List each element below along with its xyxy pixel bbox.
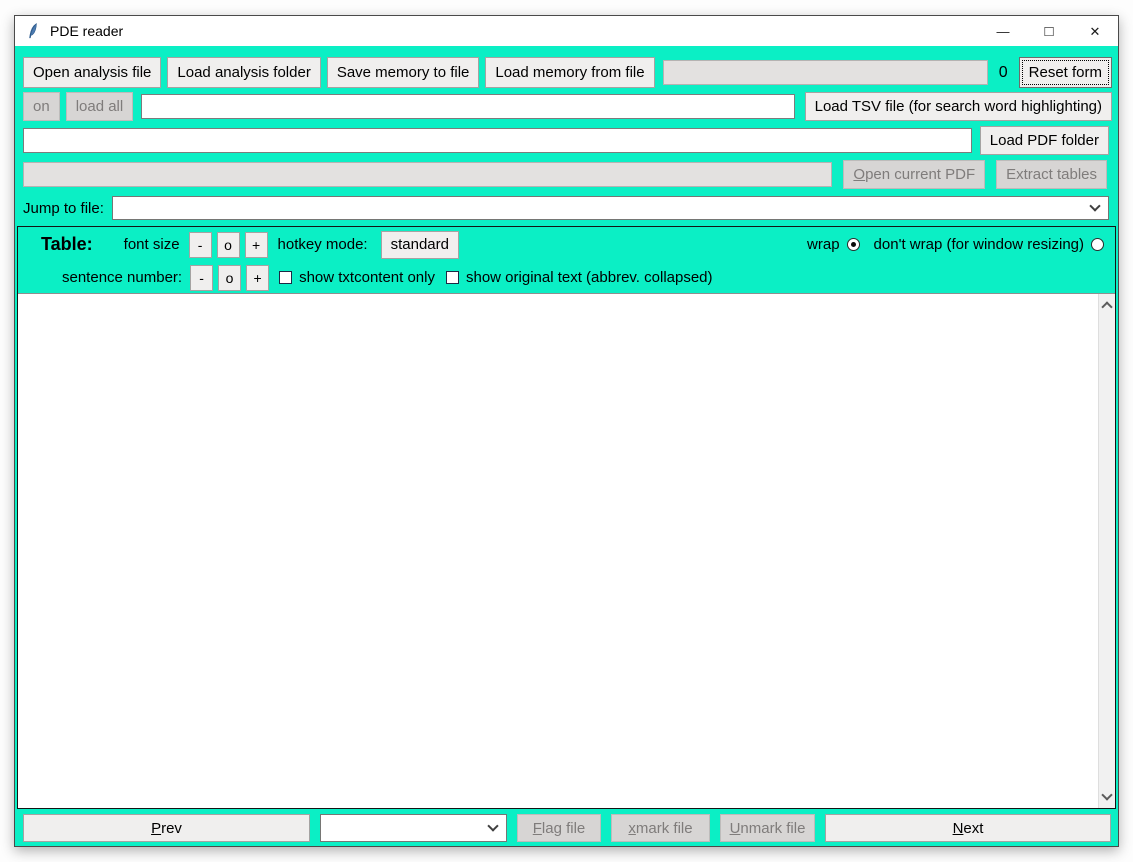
show-txtcontent-label: show txtcontent only	[299, 269, 435, 286]
tsv-file-entry[interactable]	[141, 94, 794, 119]
scroll-down-icon[interactable]	[1101, 789, 1112, 800]
font-size-decrease-button[interactable]: -	[189, 232, 212, 258]
load-all-button[interactable]: load all	[66, 92, 134, 121]
sentence-number-increase-button[interactable]: +	[246, 265, 269, 291]
prev-button[interactable]: Prev	[23, 814, 310, 842]
table-controls-row-2: sentence number: - o + show txtcontent o…	[18, 262, 1115, 293]
close-button[interactable]: ✕	[1072, 16, 1118, 46]
checkbox-unchecked-icon	[279, 271, 292, 284]
sentence-number-decrease-button[interactable]: -	[190, 265, 213, 291]
toolbar-row-4: Open current PDF Extract tables	[23, 160, 1107, 189]
button-mnemonic: F	[533, 820, 542, 837]
button-label: lag file	[542, 820, 585, 837]
wrap-radio[interactable]: wrap	[807, 236, 860, 253]
current-pdf-entry[interactable]	[23, 162, 832, 187]
show-txtcontent-checkbox[interactable]: show txtcontent only	[279, 269, 435, 286]
next-button[interactable]: Next	[825, 814, 1111, 842]
dont-wrap-radio[interactable]: don't wrap (for window resizing)	[874, 236, 1104, 253]
chevron-down-icon[interactable]	[1091, 206, 1108, 210]
pdf-folder-entry[interactable]	[23, 128, 972, 153]
open-current-pdf-button[interactable]: Open current PDF	[843, 160, 985, 189]
app-window: PDE reader — □ ✕ Open analysis file Load…	[14, 15, 1119, 847]
scroll-up-icon[interactable]	[1101, 301, 1112, 312]
toolbar-row-3: Load PDF folder	[23, 126, 1109, 155]
table-text-area[interactable]	[18, 294, 1098, 808]
window-title: PDE reader	[50, 23, 123, 39]
button-mnemonic: P	[151, 820, 161, 837]
load-pdf-folder-button[interactable]: Load PDF folder	[980, 126, 1109, 155]
button-label: rev	[161, 820, 182, 837]
load-tsv-file-button[interactable]: Load TSV file (for search word highlight…	[805, 92, 1112, 121]
maximize-button[interactable]: □	[1026, 16, 1072, 46]
file-mark-combobox[interactable]	[320, 814, 507, 842]
vertical-scrollbar[interactable]	[1098, 294, 1115, 808]
table-section-header: Table:	[41, 234, 93, 255]
radio-selected-icon	[847, 238, 860, 251]
hotkey-mode-button[interactable]: standard	[381, 231, 459, 259]
toolbar-row-2: on load all Load TSV file (for search wo…	[23, 92, 1112, 121]
sentence-number-label: sentence number:	[62, 269, 182, 286]
maximize-icon: □	[1044, 24, 1053, 39]
button-label: mark file	[636, 820, 693, 837]
table-content-area	[18, 293, 1115, 808]
save-memory-to-file-button[interactable]: Save memory to file	[327, 57, 480, 88]
flag-file-button[interactable]: Flag file	[517, 814, 601, 842]
table-frame: Table: font size - o + hotkey mode: stan…	[17, 226, 1116, 809]
jump-to-file-row: Jump to file:	[23, 196, 1109, 220]
reset-form-button[interactable]: Reset form	[1019, 57, 1112, 88]
counter-label: 0	[994, 64, 1013, 82]
button-mnemonic: N	[953, 820, 964, 837]
minimize-icon: —	[997, 25, 1010, 38]
chevron-down-icon[interactable]	[489, 826, 506, 830]
on-button[interactable]: on	[23, 92, 60, 121]
font-size-increase-button[interactable]: +	[245, 232, 268, 258]
sentence-number-buttons: - o +	[190, 265, 269, 291]
button-mnemonic: U	[730, 820, 741, 837]
sentence-number-reset-button[interactable]: o	[218, 265, 241, 291]
bottom-nav-row: Prev Flag file x mark file Unmark file N…	[23, 814, 1111, 842]
toolbar-row-1: Open analysis file Load analysis folder …	[23, 57, 1112, 88]
font-size-reset-button[interactable]: o	[217, 232, 240, 258]
button-label: pen current PDF	[865, 166, 975, 183]
checkbox-unchecked-icon	[446, 271, 459, 284]
load-memory-from-file-button[interactable]: Load memory from file	[485, 57, 654, 88]
open-analysis-file-button[interactable]: Open analysis file	[23, 57, 161, 88]
show-original-text-label: show original text (abbrev. collapsed)	[466, 269, 713, 286]
unmark-file-button[interactable]: Unmark file	[720, 814, 815, 842]
button-label: nmark file	[740, 820, 805, 837]
hotkey-mode-label: hotkey mode:	[278, 236, 368, 253]
button-mnemonic: O	[853, 166, 865, 183]
jump-to-file-combobox[interactable]	[112, 196, 1109, 220]
wrap-radio-label: wrap	[807, 236, 840, 253]
show-original-text-checkbox[interactable]: show original text (abbrev. collapsed)	[446, 269, 713, 286]
x-mark-file-button[interactable]: x mark file	[611, 814, 710, 842]
extract-tables-button[interactable]: Extract tables	[996, 160, 1107, 189]
close-icon: ✕	[1090, 25, 1101, 38]
button-label: ext	[963, 820, 983, 837]
window-controls: — □ ✕	[980, 16, 1118, 46]
load-analysis-folder-button[interactable]: Load analysis folder	[167, 57, 320, 88]
jump-to-file-label: Jump to file:	[23, 200, 104, 217]
titlebar: PDE reader — □ ✕	[15, 16, 1118, 46]
font-size-buttons: - o +	[189, 232, 268, 258]
dont-wrap-radio-label: don't wrap (for window resizing)	[874, 236, 1084, 253]
table-controls-row-1: Table: font size - o + hotkey mode: stan…	[18, 227, 1115, 262]
tk-feather-icon	[25, 23, 41, 39]
minimize-button[interactable]: —	[980, 16, 1026, 46]
memory-file-entry[interactable]	[663, 60, 988, 85]
radio-unselected-icon	[1091, 238, 1104, 251]
font-size-label: font size	[124, 236, 180, 253]
button-mnemonic: x	[628, 820, 636, 837]
